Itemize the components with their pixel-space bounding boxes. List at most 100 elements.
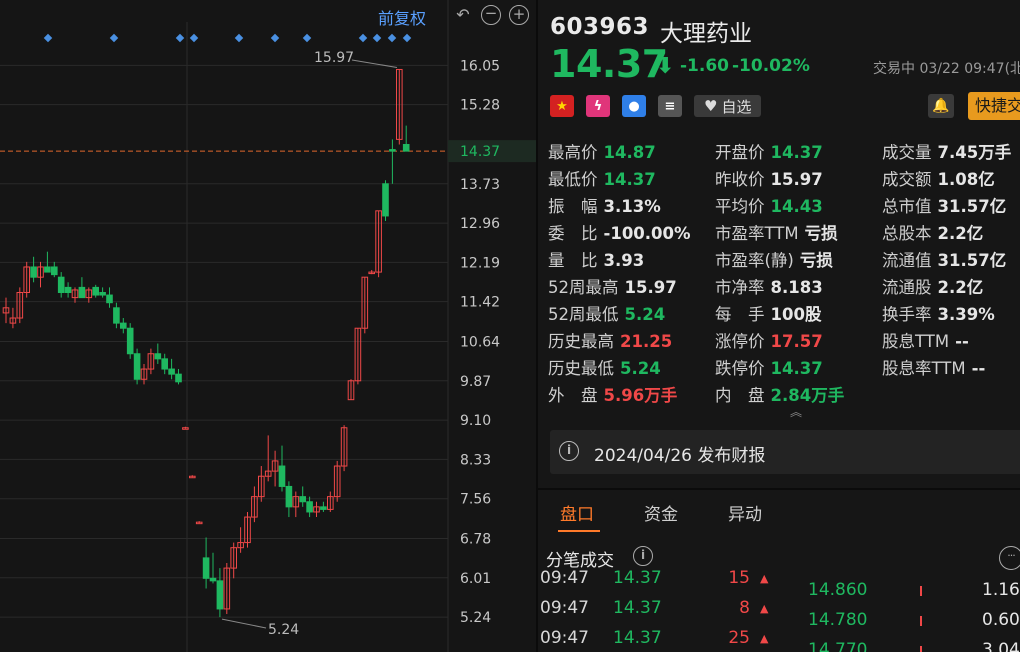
stat-value: -100.00% [603, 224, 691, 243]
stat-label: 委 比 [548, 224, 598, 243]
earnings-report-notice[interactable]: i 2024/04/26 发布财报 [550, 430, 1020, 474]
up-arrow-icon: ▲ [760, 632, 769, 645]
info-icon: i [559, 441, 579, 461]
candle-body [278, 465, 286, 487]
stat-item: 量 比 3.93 [548, 247, 644, 271]
tab-capital-flow[interactable]: 资金 [644, 500, 678, 525]
stat-label: 股息TTM [882, 332, 950, 351]
stat-value: 5.24 [620, 359, 661, 378]
stat-label: 总市值 [882, 197, 932, 216]
event-marker-icon [402, 33, 412, 43]
tick-volume: 25 [728, 628, 750, 648]
note-icon[interactable]: ≡ [658, 95, 682, 117]
kline-chart[interactable]: 16.05 15.28 13.73 12.96 12.19 11.42 10.64 9.87 9… [0, 0, 536, 652]
depth-volume: 3.04 [982, 640, 1020, 652]
stat-label: 市净率 [715, 278, 765, 297]
collapse-icon[interactable]: ︽ [790, 403, 802, 420]
candle-body [168, 368, 175, 375]
stat-item: 最低价 14.37 [548, 166, 656, 190]
tab-order-book[interactable]: 盘口 [560, 500, 594, 525]
quote-panel: 603963 大理药业 14.37 ⬇ -1.60 -10.02% 交易中 03… [538, 0, 1020, 652]
zoom-out-icon[interactable]: − [481, 5, 501, 25]
stat-value: 亏损 [799, 251, 833, 270]
stat-item: 历史最高 21.25 [548, 328, 672, 352]
tag-icon[interactable]: ● [622, 95, 646, 117]
stat-value: 5.24 [624, 305, 666, 324]
tick-time: 09:47 [540, 598, 589, 618]
heart-icon: ♥ [704, 97, 718, 115]
candle-body [209, 577, 217, 582]
info-icon[interactable]: i [633, 546, 653, 566]
price-tick-label: 15.28 [460, 98, 500, 114]
price-tick-label: 16.05 [460, 58, 500, 74]
price-change-pct: -10.02% [732, 56, 810, 76]
event-marker-icon [175, 33, 185, 43]
tab-unusual-moves[interactable]: 异动 [728, 500, 762, 525]
candle-body [92, 286, 100, 296]
stat-label: 内 盘 [715, 386, 765, 405]
candle-body [382, 183, 389, 217]
candle-body [285, 485, 293, 508]
tick-row: 09:47 14.37 15 ▲ [538, 570, 798, 598]
stock-name: 大理药业 [660, 21, 752, 47]
more-options-icon[interactable]: ··· [999, 546, 1020, 570]
tick-row: 09:47 14.37 25 ▲ [538, 628, 798, 652]
depth-list[interactable]: 14.860 1.16 14.780 0.60 14.770 3.04 [800, 570, 1020, 652]
event-marker-icon [387, 33, 397, 43]
stat-label: 振 幅 [548, 197, 598, 216]
low-marker-leader [221, 618, 267, 629]
stat-label: 总股本 [882, 224, 932, 243]
stat-value: 14.43 [770, 197, 823, 216]
event-marker-icon [189, 33, 199, 43]
quick-trade-button[interactable]: 快捷交易 [968, 92, 1020, 120]
stat-value: 5.96万手 [603, 386, 678, 405]
zoom-in-icon[interactable]: + [509, 5, 529, 25]
stat-item: 成交额 1.08亿 [882, 166, 995, 190]
stat-item: 总市值 31.57亿 [882, 193, 1006, 217]
stat-item: 股息率TTM -- [882, 355, 985, 379]
candle-body [306, 501, 313, 513]
stat-value: 8.183 [770, 278, 823, 297]
depth-marker [920, 646, 922, 652]
stat-value: 1.08亿 [937, 170, 995, 189]
candle-body [99, 291, 106, 296]
stats-row: 52周最高 15.97 市净率 8.183 流通股 2.2亿 [548, 274, 1020, 301]
stats-row: 最高价 14.87 开盘价 14.37 成交量 7.45万手 [548, 139, 1020, 166]
up-arrow-icon: ▲ [760, 602, 769, 615]
candle-body [57, 276, 65, 293]
event-marker-icon [302, 33, 312, 43]
candle-body [44, 266, 51, 273]
stat-item: 开盘价 14.37 [715, 139, 823, 163]
price-tick-label: 5.24 [460, 610, 491, 626]
event-marker-icon [234, 33, 244, 43]
tick-trades-list[interactable]: 09:47 14.37 15 ▲ 09:47 14.37 8 ▲ 09:47 14.37 25 ▲ [538, 570, 798, 652]
depth-row: 14.780 0.60 [800, 610, 1020, 640]
price-tick-label: 6.01 [460, 571, 491, 587]
stat-label: 历史最高 [548, 332, 614, 351]
stats-row: 振 幅 3.13% 平均价 14.43 总市值 31.57亿 [548, 193, 1020, 220]
earnings-report-text: 2024/04/26 发布财报 [594, 446, 766, 466]
add-watchlist-button[interactable]: ♥ 自选 [694, 95, 762, 117]
china-flag-icon[interactable]: ★ [550, 95, 574, 117]
price-adjust-toggle[interactable]: 前复权 [378, 5, 426, 29]
stat-value: 14.87 [603, 143, 656, 162]
stat-item: 市净率 8.183 [715, 274, 823, 298]
undo-icon[interactable]: ↶ [453, 5, 473, 25]
kline-chart-panel[interactable]: 16.05 15.28 13.73 12.96 12.19 11.42 10.64 9.87 9… [0, 0, 536, 652]
tick-time: 09:47 [540, 570, 589, 588]
stat-label: 成交量 [882, 143, 932, 162]
depth-row: 14.860 1.16 [800, 580, 1020, 610]
stat-label: 52周最低 [548, 305, 619, 324]
stat-value: 7.45万手 [937, 143, 1012, 162]
flash-icon[interactable]: ϟ [586, 95, 610, 117]
stat-value: -- [955, 332, 969, 351]
stats-row: 52周最低 5.24 每 手 100股 换手率 3.39% [548, 301, 1020, 328]
bell-icon[interactable]: 🔔 [928, 94, 954, 118]
stats-row: 外 盘 5.96万手 内 盘 2.84万手 [548, 382, 1020, 409]
stat-value: 15.97 [624, 278, 677, 297]
depth-marker [920, 616, 922, 626]
stats-row: 量 比 3.93 市盈率(静) 亏损 流通值 31.57亿 [548, 247, 1020, 274]
stat-item: 52周最低 5.24 [548, 301, 665, 325]
stat-label: 流通股 [882, 278, 932, 297]
stat-label: 每 手 [715, 305, 765, 324]
